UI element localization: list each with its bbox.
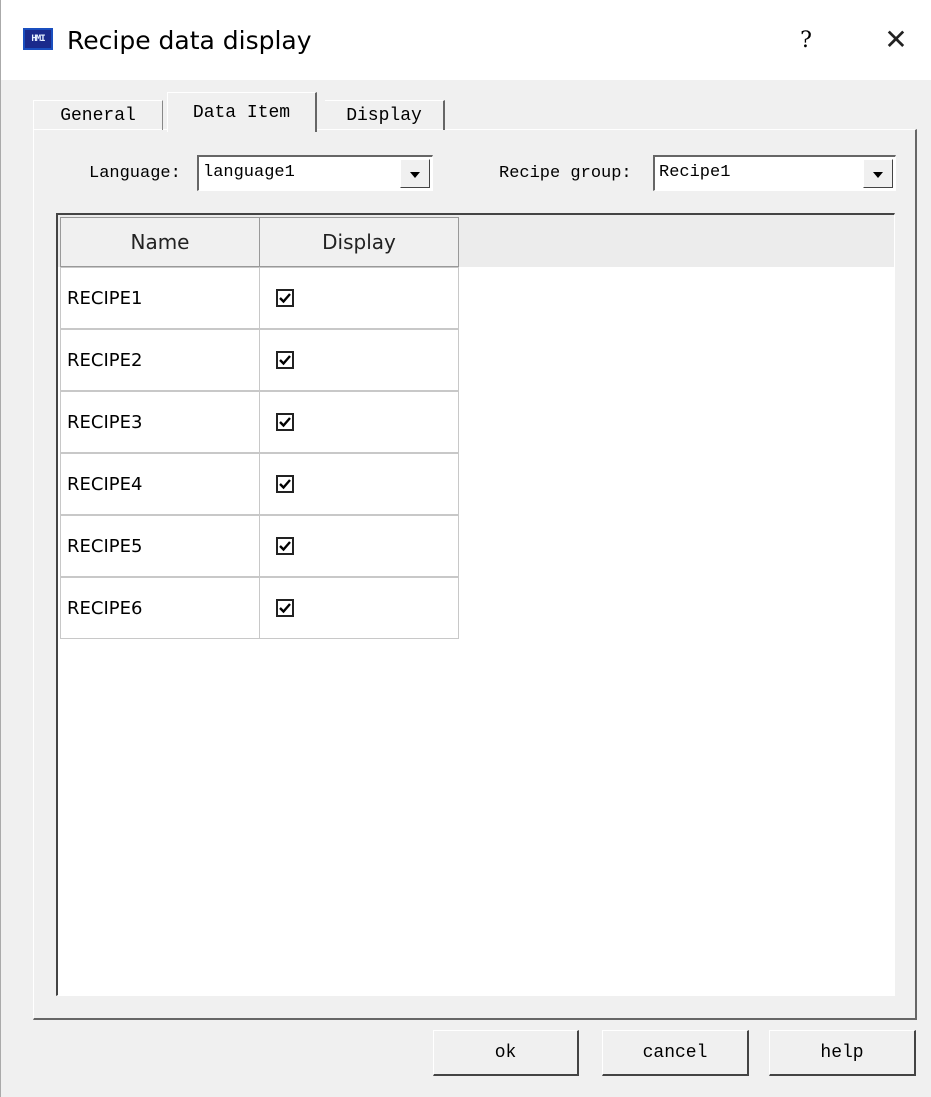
recipe-group-dropdown-arrow-icon[interactable] <box>863 159 893 188</box>
hmi-app-icon: HMI <box>23 28 53 50</box>
checkmark-icon <box>279 417 291 428</box>
help-question-icon[interactable]: ? <box>791 24 821 58</box>
name-cell[interactable]: RECIPE4 <box>60 453 260 515</box>
table-row: RECIPE2 <box>60 329 459 391</box>
language-select[interactable]: language1 <box>197 155 433 191</box>
recipe-group-label: Recipe group: <box>499 164 632 183</box>
table-row: RECIPE3 <box>60 391 459 453</box>
display-checkbox[interactable] <box>276 537 294 555</box>
display-cell[interactable] <box>259 577 459 639</box>
table-row: RECIPE4 <box>60 453 459 515</box>
table-row: RECIPE1 <box>60 267 459 329</box>
cancel-button[interactable]: cancel <box>602 1030 749 1076</box>
checkmark-icon <box>279 541 291 552</box>
display-checkbox[interactable] <box>276 413 294 431</box>
tab-data-item[interactable]: Data Item <box>167 92 317 132</box>
display-cell[interactable] <box>259 515 459 577</box>
recipe-name: RECIPE6 <box>67 598 143 619</box>
recipe-data-grid: Name Display RECIPE1 RECIPE2 RECIPE3 REC… <box>56 213 895 996</box>
name-cell[interactable]: RECIPE6 <box>60 577 260 639</box>
recipe-name: RECIPE3 <box>67 412 143 433</box>
name-cell[interactable]: RECIPE3 <box>60 391 260 453</box>
checkmark-icon <box>279 293 291 304</box>
table-row: RECIPE6 <box>60 577 459 639</box>
name-cell[interactable]: RECIPE1 <box>60 267 260 329</box>
language-value: language1 <box>203 163 295 182</box>
column-header-name[interactable]: Name <box>60 217 260 267</box>
recipe-name: RECIPE1 <box>67 288 143 309</box>
display-checkbox[interactable] <box>276 599 294 617</box>
checkmark-icon <box>279 479 291 490</box>
name-cell[interactable]: RECIPE2 <box>60 329 260 391</box>
display-cell[interactable] <box>259 391 459 453</box>
display-cell[interactable] <box>259 329 459 391</box>
checkmark-icon <box>279 603 291 614</box>
display-checkbox[interactable] <box>276 289 294 307</box>
table-row: RECIPE5 <box>60 515 459 577</box>
tab-general[interactable]: General <box>33 100 163 130</box>
window-title: Recipe data display <box>67 26 312 55</box>
recipe-name: RECIPE5 <box>67 536 143 557</box>
close-icon[interactable]: ✕ <box>879 22 913 58</box>
tab-display[interactable]: Display <box>325 100 445 130</box>
language-label: Language: <box>89 164 181 183</box>
recipe-name: RECIPE4 <box>67 474 143 495</box>
display-cell[interactable] <box>259 453 459 515</box>
recipe-name: RECIPE2 <box>67 350 143 371</box>
ok-button[interactable]: ok <box>433 1030 579 1076</box>
display-checkbox[interactable] <box>276 475 294 493</box>
recipe-group-select[interactable]: Recipe1 <box>653 155 896 191</box>
title-bar: HMI Recipe data display ? ✕ <box>1 0 931 80</box>
recipe-data-display-dialog: HMI Recipe data display ? ✕ General Data… <box>0 0 931 1097</box>
recipe-group-value: Recipe1 <box>659 163 731 182</box>
name-cell[interactable]: RECIPE5 <box>60 515 260 577</box>
language-dropdown-arrow-icon[interactable] <box>400 159 430 188</box>
display-checkbox[interactable] <box>276 351 294 369</box>
column-header-display[interactable]: Display <box>259 217 459 267</box>
display-cell[interactable] <box>259 267 459 329</box>
checkmark-icon <box>279 355 291 366</box>
help-button[interactable]: help <box>769 1030 916 1076</box>
